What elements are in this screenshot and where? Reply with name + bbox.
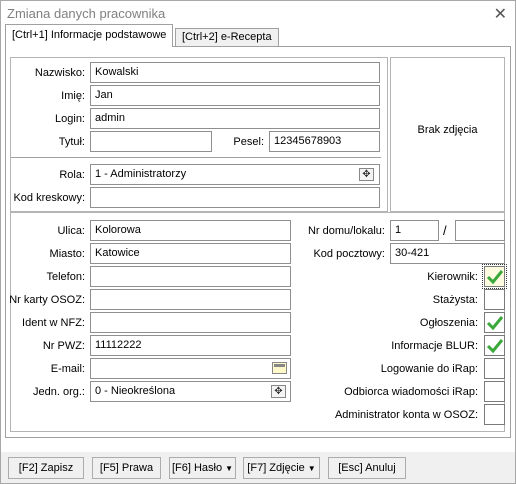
kod-pocztowy-label: Kod pocztowy: [313, 248, 385, 260]
save-button[interactable]: [F2] Zapisz [8, 457, 84, 479]
ogloszenia-checkbox[interactable] [484, 312, 505, 333]
telefon-label: Telefon: [46, 271, 85, 283]
personal-divider [11, 157, 381, 158]
slash-label: / [443, 223, 447, 238]
jedn-org-label: Jedn. org.: [33, 386, 85, 398]
rola-label: Rola: [59, 169, 85, 181]
login-field[interactable]: admin [90, 108, 380, 129]
logowanie-irap-label: Logowanie do iRap: [380, 363, 478, 375]
administrator-osoz-label: Administrator konta w OSOZ: [334, 409, 478, 421]
informacje-blur-checkbox[interactable] [484, 335, 505, 356]
checkmark-icon [486, 339, 504, 354]
photo-box: Brak zdjęcia [390, 57, 505, 212]
checkmark-icon [486, 316, 504, 331]
nr-domu-label: Nr domu/lokalu: [307, 225, 385, 237]
telefon-field[interactable] [90, 266, 291, 287]
rights-button[interactable]: [F5] Prawa [92, 457, 161, 479]
tytul-label: Tytuł: [58, 136, 85, 148]
kod-pocztowy-field[interactable]: 30-421 [390, 243, 505, 264]
imie-label: Imię: [61, 90, 85, 102]
photo-placeholder-label: Brak zdjęcia [417, 124, 478, 136]
password-button[interactable]: [F6] Hasło ▼ [169, 457, 236, 479]
nr-domu-field[interactable]: 1 [390, 220, 439, 241]
tab-e-recepta[interactable]: [Ctrl+2] e-Recepta [175, 28, 279, 47]
nr-lokalu-field[interactable] [455, 220, 505, 241]
tab-informacje-podstawowe[interactable]: [Ctrl+1] Informacje podstawowe [5, 24, 174, 47]
kod-kreskowy-field[interactable] [90, 187, 380, 208]
email-label: E-mail: [50, 363, 85, 375]
login-label: Login: [55, 113, 85, 125]
ulica-label: Ulica: [57, 225, 85, 237]
osoz-label: Nr karty OSOZ: [9, 294, 85, 306]
email-field[interactable] [90, 358, 291, 379]
logowanie-irap-checkbox[interactable] [484, 358, 505, 379]
cancel-button[interactable]: [Esc] Anuluj [328, 457, 406, 479]
photo-button-label: [F7] Zdjęcie [247, 462, 305, 474]
jedn-org-picker-icon[interactable]: ✥ [271, 385, 286, 398]
chevron-down-icon: ▼ [307, 464, 316, 473]
window-title: Zmiana danych pracownika [7, 6, 166, 21]
rola-picker-icon[interactable]: ✥ [359, 168, 374, 181]
kod-kreskowy-label: Kod kreskowy: [13, 192, 85, 204]
pesel-field[interactable]: 12345678903 [269, 131, 380, 152]
stazysta-label: Stażysta: [432, 294, 478, 306]
nfz-label: Ident w NFZ: [22, 317, 85, 329]
kierownik-checkbox[interactable] [482, 264, 507, 289]
kierownik-label: Kierownik: [427, 271, 478, 283]
pesel-label: Pesel: [233, 136, 264, 148]
jedn-org-field[interactable]: 0 - Nieokreślona [90, 381, 291, 402]
nfz-field[interactable] [90, 312, 291, 333]
ulica-field[interactable]: Kolorowa [90, 220, 291, 241]
photo-button[interactable]: [F7] Zdjęcie ▼ [243, 457, 320, 479]
dialog-window: Zmiana danych pracownika ✕ [Ctrl+1] Info… [0, 0, 516, 484]
miasto-label: Miasto: [49, 248, 85, 260]
nazwisko-field[interactable]: Kowalski [90, 62, 380, 83]
checkmark-icon [486, 270, 504, 285]
rola-field[interactable]: 1 - Administratorzy [90, 164, 380, 185]
odbiorca-wiadomosci-irap-checkbox[interactable] [484, 381, 505, 402]
ogloszenia-label: Ogłoszenia: [419, 317, 478, 329]
stazysta-checkbox[interactable] [484, 289, 505, 310]
close-icon[interactable]: ✕ [494, 4, 507, 24]
password-button-label: [F6] Hasło [171, 462, 223, 474]
informacje-blur-label: Informacje BLUR: [391, 340, 478, 352]
pwz-label: Nr PWZ: [42, 340, 85, 352]
pwz-field[interactable]: 11112222 [90, 335, 291, 356]
email-card-icon[interactable] [272, 362, 287, 374]
administrator-osoz-checkbox[interactable] [484, 404, 505, 425]
nazwisko-label: Nazwisko: [34, 67, 85, 79]
tytul-field[interactable] [90, 131, 212, 152]
odbiorca-wiadomosci-irap-label: Odbiorca wiadomości iRap: [344, 386, 478, 398]
miasto-field[interactable]: Katowice [90, 243, 291, 264]
osoz-field[interactable] [90, 289, 291, 310]
imie-field[interactable]: Jan [90, 85, 380, 106]
chevron-down-icon: ▼ [225, 464, 234, 473]
